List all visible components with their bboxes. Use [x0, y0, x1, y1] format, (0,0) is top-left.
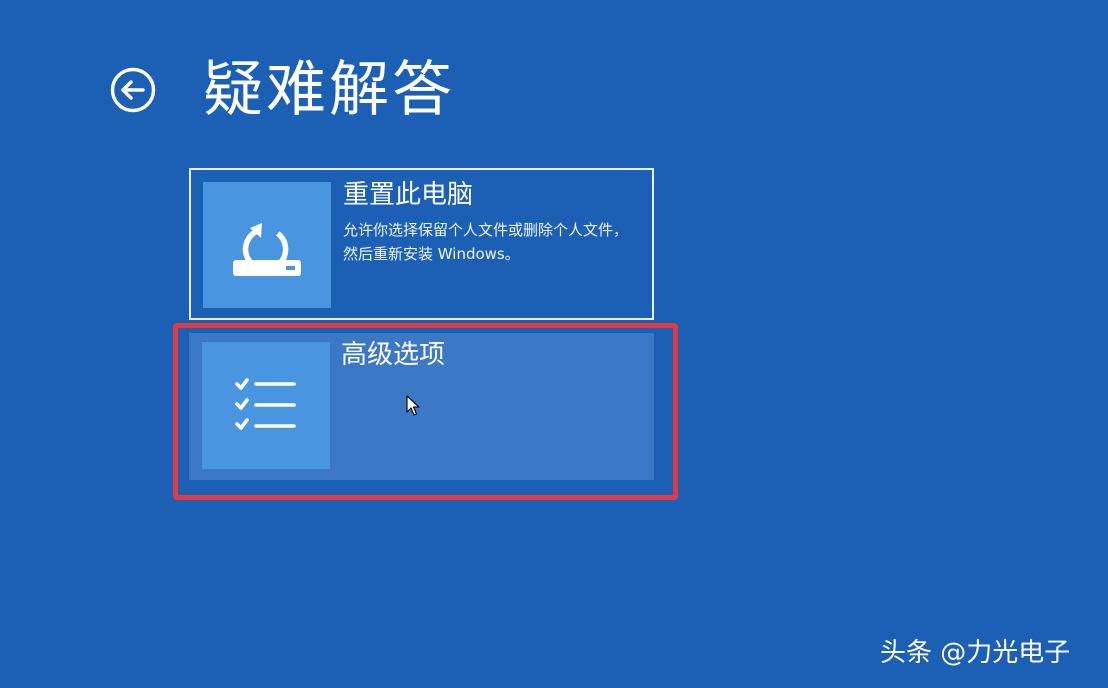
- page-title: 疑难解答: [203, 55, 455, 125]
- watermark-text: 头条 @力光电子: [880, 638, 1071, 668]
- checklist-icon: [202, 342, 330, 469]
- advanced-options-title: 高级选项: [341, 340, 446, 370]
- reset-pc-title: 重置此电脑: [343, 180, 474, 210]
- back-button[interactable]: [110, 67, 156, 113]
- back-arrow-circle-icon: [110, 67, 156, 113]
- advanced-options-option[interactable]: 高级选项: [189, 333, 654, 480]
- reset-pc-icon: [203, 182, 331, 308]
- reset-pc-option[interactable]: 重置此电脑 允许你选择保留个人文件或删除个人文件，然后重新安装 Windows。: [189, 168, 654, 320]
- reset-pc-description: 允许你选择保留个人文件或删除个人文件，然后重新安装 Windows。: [343, 221, 629, 263]
- mouse-pointer-icon: [406, 395, 420, 417]
